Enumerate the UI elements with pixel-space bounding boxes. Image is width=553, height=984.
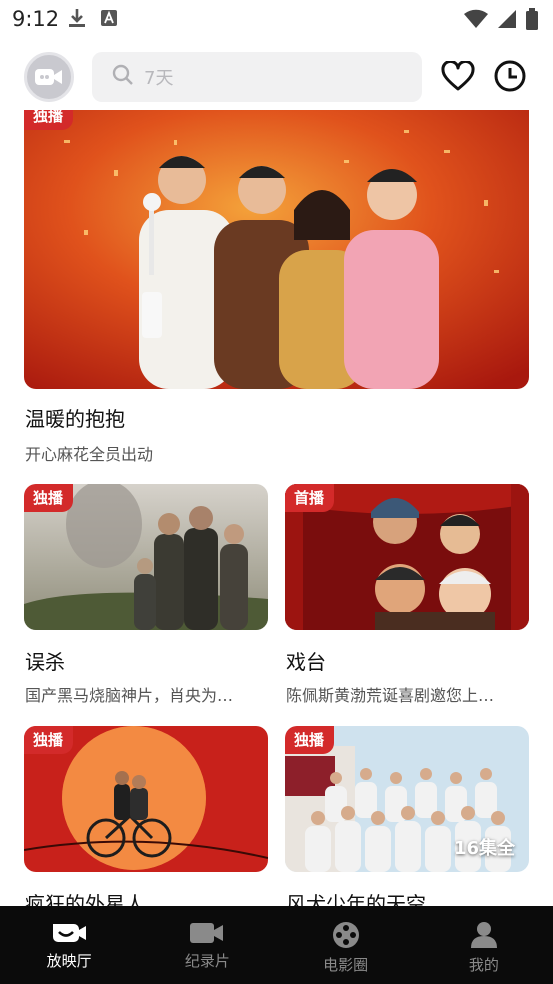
poster-card[interactable]: 首播	[285, 484, 529, 630]
hero-title[interactable]: 温暖的抱抱	[25, 403, 125, 432]
avatar[interactable]	[24, 52, 74, 102]
nav-item-film-circle[interactable]: 电影圈	[277, 906, 415, 984]
signal-icon	[497, 9, 517, 33]
hero-poster-image	[24, 110, 529, 389]
search-icon	[112, 64, 134, 90]
hero-poster[interactable]: 独播	[24, 110, 529, 389]
status-time: 9:12	[12, 7, 60, 31]
favorites-button[interactable]	[440, 58, 476, 94]
nav-label: 纪录片	[184, 952, 230, 970]
hero-badge: 独播	[24, 110, 74, 130]
episode-count: 16集全	[453, 838, 515, 859]
history-button[interactable]	[492, 58, 528, 94]
theater-icon	[53, 924, 87, 942]
poster-card[interactable]: 独播	[24, 726, 268, 872]
card-title[interactable]: 疯狂的外星人	[25, 888, 145, 908]
nav-item-documentary[interactable]: 纪录片	[138, 906, 276, 984]
nav-label: 我的	[468, 956, 499, 974]
video-camera-icon	[35, 69, 62, 85]
battery-icon	[525, 8, 539, 34]
person-icon	[470, 922, 497, 948]
video-camera-icon	[190, 923, 224, 943]
nav-item-me[interactable]: 我的	[415, 906, 553, 984]
wifi-icon	[463, 9, 489, 33]
content-feed[interactable]: 独播 温暖的抱抱 开心麻花全员出动 独播 误杀 国产黑马烧脑神片，肖央为… 首播…	[0, 110, 553, 908]
nav-item-theater[interactable]: 放映厅	[0, 906, 138, 984]
font-icon	[100, 9, 118, 31]
header: 7天	[0, 44, 553, 110]
search-placeholder: 7天	[144, 68, 174, 89]
hero-subtitle: 开心麻花全员出动	[25, 445, 154, 464]
card-badge: 独播	[24, 726, 74, 754]
download-icon	[68, 8, 86, 32]
film-reel-icon	[332, 922, 359, 948]
bottom-nav: 放映厅 纪录片 电影圈 我的	[0, 906, 553, 984]
card-subtitle: 国产黑马烧脑神片，肖央为…	[25, 686, 234, 705]
card-badge: 首播	[285, 484, 335, 512]
heart-icon	[441, 61, 475, 91]
nav-label: 电影圈	[323, 956, 369, 974]
card-title[interactable]: 风犬少年的天空	[286, 888, 426, 908]
card-subtitle: 陈佩斯黄渤荒诞喜剧邀您上…	[286, 686, 495, 705]
card-badge: 独播	[285, 726, 335, 754]
nav-label: 放映厅	[46, 952, 92, 970]
card-title[interactable]: 误杀	[25, 646, 65, 675]
card-badge: 独播	[24, 484, 74, 512]
card-title[interactable]: 戏台	[286, 646, 326, 675]
poster-card[interactable]: 独播	[24, 484, 268, 630]
clock-icon	[494, 60, 526, 92]
poster-card[interactable]: 独播 16集全	[285, 726, 529, 872]
status-bar: 9:12	[0, 0, 553, 40]
search-input[interactable]: 7天	[92, 52, 422, 102]
